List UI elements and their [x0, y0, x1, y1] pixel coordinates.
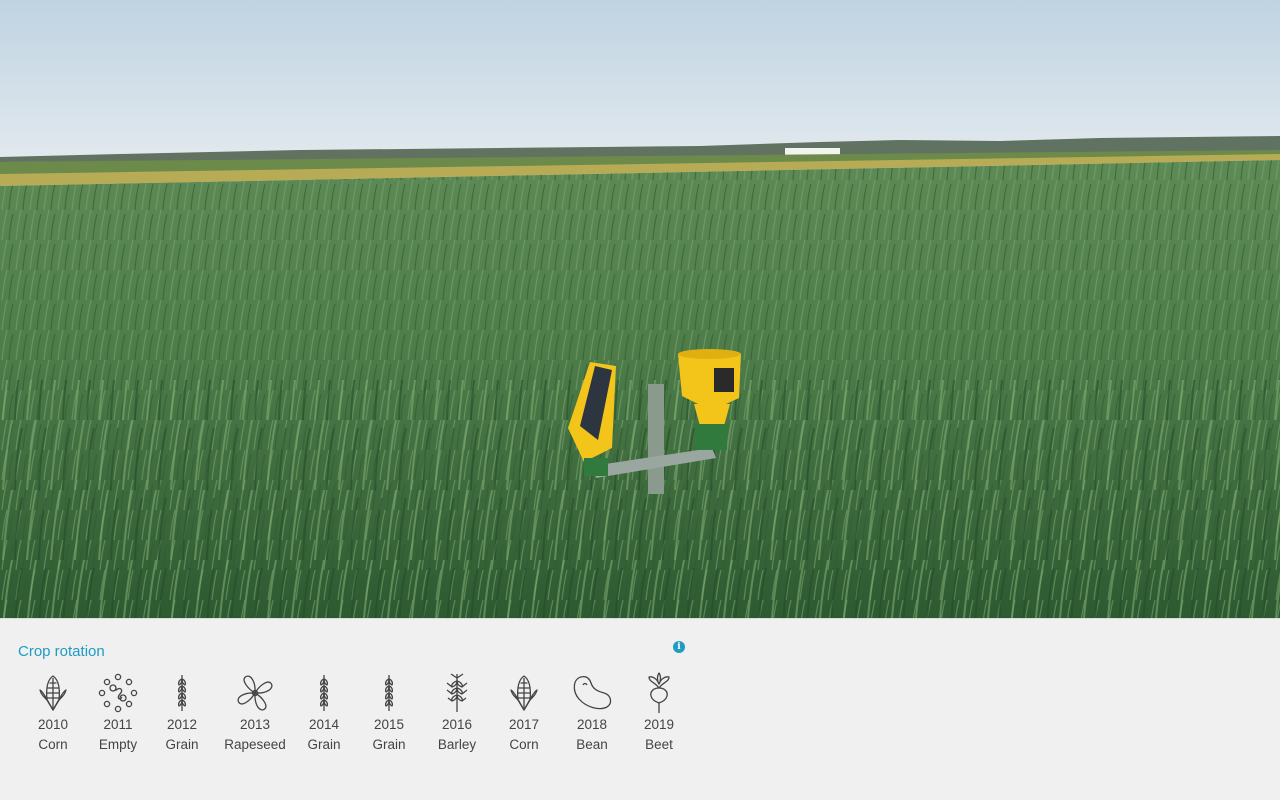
crop-year: 2019: [643, 717, 675, 732]
crop-name: Grain: [307, 737, 341, 752]
bean-icon: [557, 671, 627, 715]
crop-name: Grain: [165, 737, 199, 752]
crop-item-2015: 2015 Grain: [354, 671, 424, 755]
corn-icon: [489, 671, 559, 715]
crop-rotation-title: Crop rotation: [18, 643, 105, 660]
crop-name: Corn: [509, 737, 539, 752]
crop-item-2018: 2018 Bean: [557, 671, 627, 755]
crop-year: 2012: [166, 717, 198, 732]
crop-item-2014: 2014 Grain: [289, 671, 359, 755]
barley-icon: [422, 671, 492, 715]
crop-name: Barley: [437, 737, 477, 752]
corn-icon: [18, 671, 88, 715]
crop-year: 2016: [441, 717, 473, 732]
crop-name: Corn: [38, 737, 68, 752]
crop-year: 2017: [508, 717, 540, 732]
crop-name: Rapeseed: [224, 737, 286, 752]
beet-icon: [624, 671, 694, 715]
field-photo-illustration: [0, 0, 1280, 618]
grain-icon: [354, 671, 424, 715]
crop-item-2013: 2013 Rapeseed: [220, 671, 290, 755]
crop-name: Bean: [576, 737, 608, 752]
crop-rotation-panel: Crop rotation i 2010 Corn 2011 Empty 201…: [0, 618, 1280, 800]
crop-year: 2018: [576, 717, 608, 732]
crop-year: 2011: [103, 717, 133, 732]
crop-year: 2014: [308, 717, 340, 732]
grain-icon: [289, 671, 359, 715]
rapeseed-icon: [220, 671, 290, 715]
crop-item-2010: 2010 Corn: [18, 671, 88, 755]
crop-item-2012: 2012 Grain: [147, 671, 217, 755]
crop-item-2017: 2017 Corn: [489, 671, 559, 755]
crop-name: Grain: [372, 737, 406, 752]
grain-icon: [147, 671, 217, 715]
crop-year: 2015: [373, 717, 405, 732]
crop-year: 2010: [37, 717, 69, 732]
field-photo: [0, 0, 1280, 618]
crop-item-2016: 2016 Barley: [422, 671, 492, 755]
crop-item-2011: 2011 Empty: [83, 671, 153, 755]
crop-name: Beet: [645, 737, 673, 752]
empty-icon: [83, 671, 153, 715]
info-icon[interactable]: i: [673, 641, 685, 653]
crop-item-2019: 2019 Beet: [624, 671, 694, 755]
crop-year: 2013: [239, 717, 271, 732]
crop-name: Empty: [98, 737, 138, 752]
